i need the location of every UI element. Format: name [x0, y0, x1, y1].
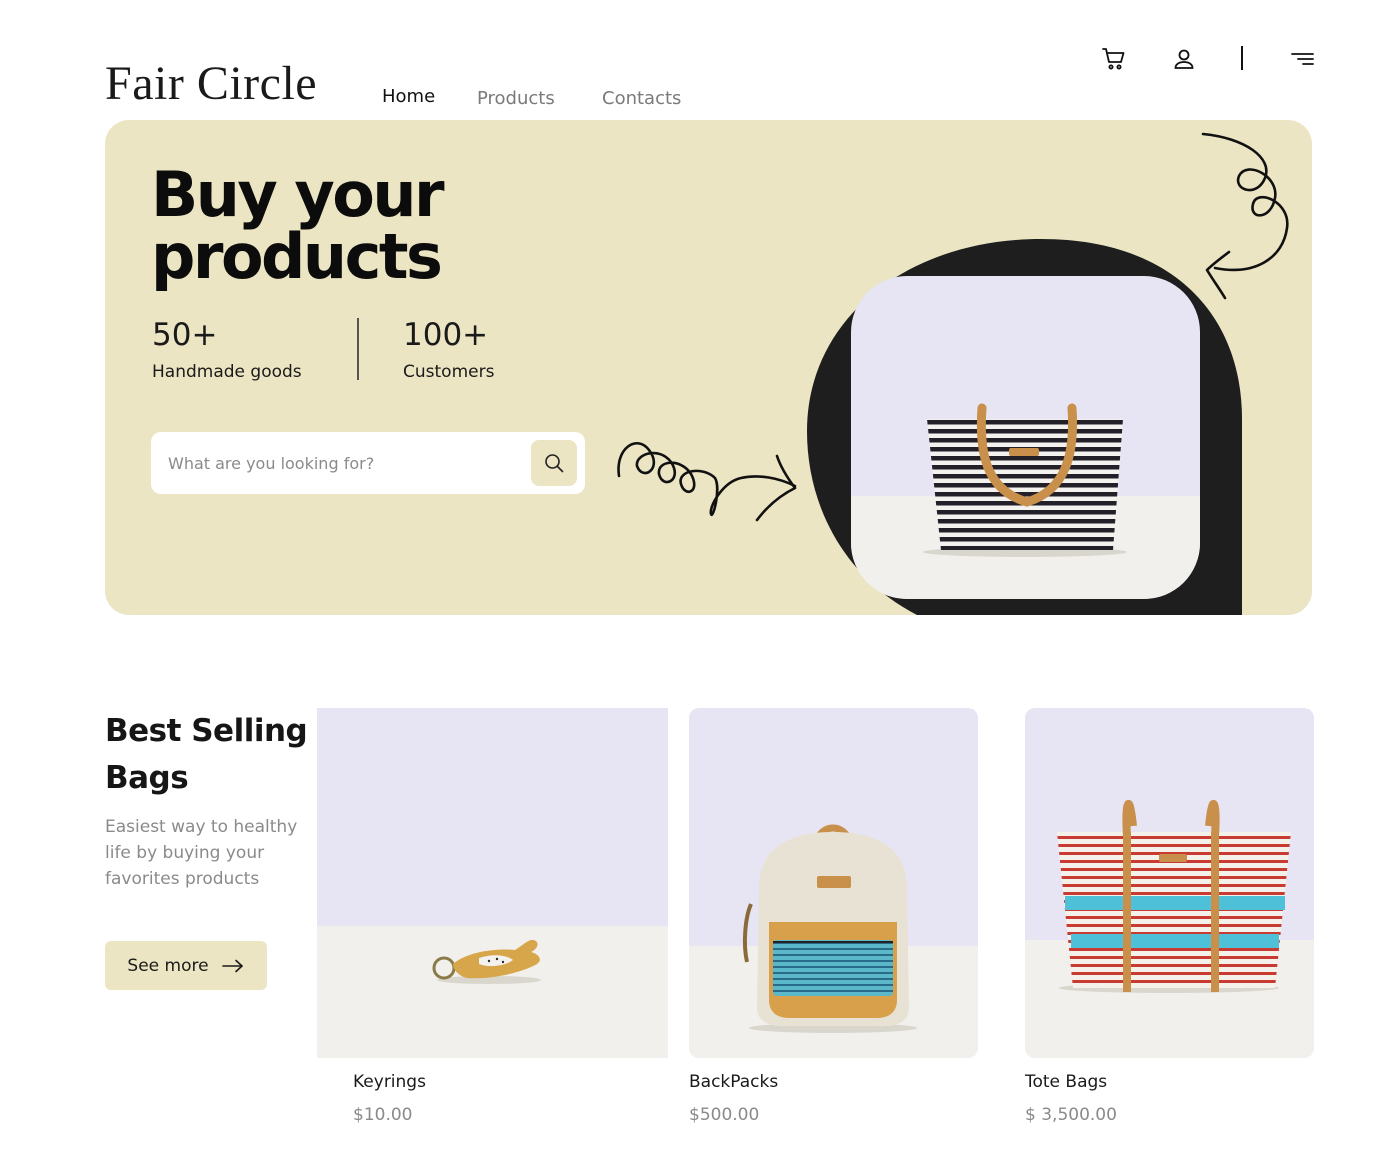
arrow-right-icon — [221, 959, 243, 972]
hero-title: Buy your products — [151, 164, 571, 288]
product-price: $10.00 — [353, 1105, 413, 1125]
header-divider — [1241, 46, 1243, 70]
hero-title-line2: products — [151, 220, 443, 293]
stat-goods-value: 50+ — [152, 317, 218, 353]
best-selling-description: Easiest way to healthy life by buying yo… — [105, 817, 298, 889]
cart-icon[interactable] — [1101, 46, 1127, 72]
product-name: BackPacks — [689, 1072, 779, 1092]
search-bar — [151, 432, 585, 494]
search-icon — [545, 454, 564, 473]
user-icon[interactable] — [1171, 46, 1197, 72]
site-logo[interactable]: Fair Circle — [105, 56, 317, 111]
best-selling-title: Best Selling Bags — [105, 713, 308, 796]
backpack-image — [689, 708, 978, 1058]
stat-customers-label: Customers — [403, 362, 495, 382]
nav-contacts[interactable]: Contacts — [602, 88, 681, 109]
spiral-arrow-down-icon — [1201, 132, 1289, 300]
hero-banner: Buy your products 50+ Handmade goods 100… — [105, 120, 1312, 615]
squiggle-arrow-right-icon — [617, 442, 797, 522]
nav-home[interactable]: Home — [382, 86, 435, 107]
product-name: Tote Bags — [1025, 1072, 1108, 1092]
product-name: Keyrings — [353, 1072, 426, 1092]
stat-customers-value: 100+ — [403, 317, 489, 353]
hero-product-image — [851, 276, 1200, 599]
stat-goods-label: Handmade goods — [152, 362, 302, 382]
stats-divider — [357, 318, 359, 380]
see-more-button[interactable]: See more — [105, 941, 267, 990]
tote-bag-image — [1025, 708, 1314, 1058]
keyring-image — [317, 708, 668, 1058]
product-price: $500.00 — [689, 1105, 760, 1125]
search-button[interactable] — [531, 440, 577, 486]
menu-icon[interactable] — [1289, 46, 1315, 72]
product-price: $ 3,500.00 — [1025, 1105, 1117, 1125]
search-input[interactable] — [168, 450, 518, 476]
see-more-label: See more — [127, 955, 209, 976]
nav-products[interactable]: Products — [477, 88, 555, 109]
